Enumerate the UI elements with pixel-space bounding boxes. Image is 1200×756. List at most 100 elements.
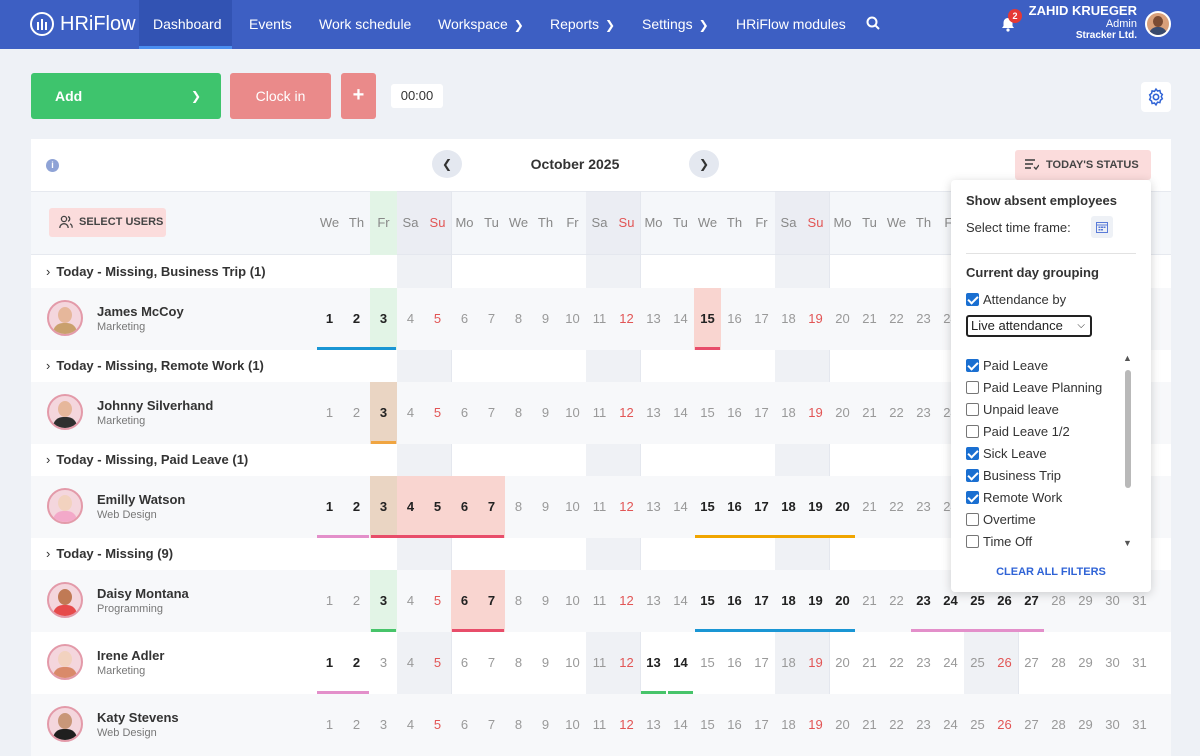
day-cell[interactable]: 26 <box>991 632 1018 694</box>
day-cell[interactable]: 13 <box>640 570 667 632</box>
day-cell[interactable]: 14 <box>667 288 694 350</box>
day-cell[interactable]: 1 <box>316 288 343 350</box>
day-cell[interactable]: 12 <box>613 632 640 694</box>
day-cell[interactable]: 21 <box>856 476 883 538</box>
day-cell[interactable]: 1 <box>316 694 343 756</box>
day-cell[interactable]: 6 <box>451 632 478 694</box>
day-cell[interactable]: 16 <box>721 570 748 632</box>
day-cell[interactable]: 5 <box>424 288 451 350</box>
day-cell[interactable]: 10 <box>559 382 586 444</box>
clear-all-filters-button[interactable]: CLEAR ALL FILTERS <box>951 566 1151 578</box>
day-cell[interactable]: 20 <box>829 694 856 756</box>
day-cell[interactable]: 14 <box>667 694 694 756</box>
nav-work-schedule[interactable]: Work schedule <box>305 0 425 49</box>
day-cell[interactable]: 12 <box>613 694 640 756</box>
day-cell[interactable]: 6 <box>451 382 478 444</box>
day-cell[interactable]: 17 <box>748 382 775 444</box>
day-cell[interactable]: 5 <box>424 476 451 538</box>
day-cell[interactable]: 2 <box>343 632 370 694</box>
day-cell[interactable]: 23 <box>910 288 937 350</box>
day-cell[interactable]: 27 <box>1018 694 1045 756</box>
day-cell[interactable]: 18 <box>775 382 802 444</box>
group-header[interactable]: › Today - Missing, Paid Leave (1) <box>46 452 248 467</box>
day-cell[interactable]: 13 <box>640 476 667 538</box>
day-cell[interactable]: 8 <box>505 476 532 538</box>
day-cell[interactable]: 23 <box>910 382 937 444</box>
filter-checkbox[interactable] <box>966 447 979 460</box>
day-cell[interactable]: 2 <box>343 570 370 632</box>
day-cell[interactable]: 6 <box>451 288 478 350</box>
day-cell[interactable]: 31 <box>1126 694 1153 756</box>
day-cell[interactable]: 8 <box>505 288 532 350</box>
day-cell[interactable]: 4 <box>397 288 424 350</box>
attendance-by-checkbox[interactable] <box>966 293 979 306</box>
day-cell[interactable]: 21 <box>856 694 883 756</box>
day-cell[interactable]: 7 <box>478 632 505 694</box>
day-cell[interactable]: 9 <box>532 288 559 350</box>
day-cell[interactable]: 17 <box>748 694 775 756</box>
day-cell[interactable]: 20 <box>829 570 856 632</box>
day-cell[interactable]: 1 <box>316 382 343 444</box>
day-cell[interactable]: 8 <box>505 694 532 756</box>
day-cell[interactable]: 31 <box>1126 632 1153 694</box>
avatar[interactable] <box>47 488 83 524</box>
employee-name[interactable]: James McCoy <box>97 304 184 319</box>
filter-checkbox[interactable] <box>966 491 979 504</box>
day-cell[interactable]: 5 <box>424 570 451 632</box>
employee-name[interactable]: Irene Adler <box>97 648 164 663</box>
day-cell[interactable]: 12 <box>613 382 640 444</box>
day-cell[interactable]: 22 <box>883 288 910 350</box>
filter-checkbox[interactable] <box>966 469 979 482</box>
day-cell[interactable]: 13 <box>640 694 667 756</box>
day-cell[interactable]: 7 <box>478 382 505 444</box>
day-cell[interactable]: 15 <box>694 382 721 444</box>
day-cell[interactable]: 21 <box>856 288 883 350</box>
day-cell[interactable]: 13 <box>640 382 667 444</box>
info-icon[interactable]: i <box>46 159 59 172</box>
day-cell[interactable]: 6 <box>451 570 478 632</box>
employee-name[interactable]: Johnny Silverhand <box>97 398 213 413</box>
day-cell[interactable]: 9 <box>532 476 559 538</box>
day-cell[interactable]: 18 <box>775 570 802 632</box>
filter-checkbox[interactable] <box>966 359 979 372</box>
day-cell[interactable]: 16 <box>721 694 748 756</box>
day-cell[interactable]: 1 <box>316 632 343 694</box>
day-cell[interactable]: 3 <box>370 476 397 538</box>
day-cell[interactable]: 2 <box>343 288 370 350</box>
day-cell[interactable]: 22 <box>883 476 910 538</box>
plus-button[interactable]: + <box>341 73 376 119</box>
day-cell[interactable]: 15 <box>694 694 721 756</box>
day-cell[interactable]: 28 <box>1045 632 1072 694</box>
day-cell[interactable]: 5 <box>424 694 451 756</box>
day-cell[interactable]: 18 <box>775 632 802 694</box>
time-frame-picker[interactable] <box>1091 216 1113 238</box>
day-cell[interactable]: 4 <box>397 570 424 632</box>
day-cell[interactable]: 22 <box>883 694 910 756</box>
day-cell[interactable]: 2 <box>343 382 370 444</box>
filter-checkbox[interactable] <box>966 403 979 416</box>
todays-status-button[interactable]: TODAY'S STATUS <box>1015 150 1151 180</box>
day-cell[interactable]: 30 <box>1099 632 1126 694</box>
day-cell[interactable]: 9 <box>532 694 559 756</box>
day-cell[interactable]: 29 <box>1072 632 1099 694</box>
day-cell[interactable]: 4 <box>397 694 424 756</box>
day-cell[interactable]: 6 <box>451 694 478 756</box>
day-cell[interactable]: 25 <box>964 694 991 756</box>
day-cell[interactable]: 6 <box>451 476 478 538</box>
day-cell[interactable]: 12 <box>613 476 640 538</box>
day-cell[interactable]: 4 <box>397 382 424 444</box>
day-cell[interactable]: 25 <box>964 632 991 694</box>
day-cell[interactable]: 13 <box>640 632 667 694</box>
day-cell[interactable]: 7 <box>478 288 505 350</box>
group-header[interactable]: › Today - Missing, Business Trip (1) <box>46 264 266 279</box>
day-cell[interactable]: 9 <box>532 382 559 444</box>
day-cell[interactable]: 11 <box>586 476 613 538</box>
nav-settings[interactable]: Settings ❯ <box>628 0 723 49</box>
day-cell[interactable]: 23 <box>910 632 937 694</box>
day-cell[interactable]: 30 <box>1099 694 1126 756</box>
day-cell[interactable]: 11 <box>586 382 613 444</box>
day-cell[interactable]: 11 <box>586 632 613 694</box>
day-cell[interactable]: 19 <box>802 382 829 444</box>
next-month-button[interactable]: ❯ <box>689 150 719 178</box>
day-cell[interactable]: 16 <box>721 476 748 538</box>
